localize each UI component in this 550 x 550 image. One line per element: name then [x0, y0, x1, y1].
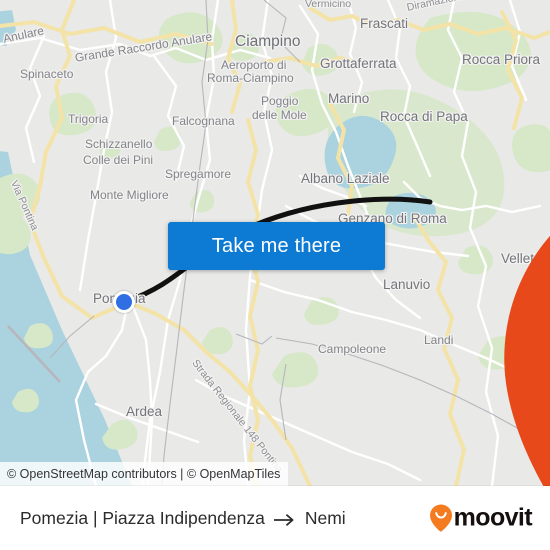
map-canvas[interactable]: Anulare Spinaceto Grande Raccordo Anulare C…	[0, 0, 550, 486]
destination-pin[interactable]	[416, 172, 550, 486]
trip-footer: Pomezia | Piazza Indipendenza Nemi moovi…	[0, 486, 550, 550]
take-me-there-button[interactable]: Take me there	[168, 222, 385, 270]
trip-destination: Nemi	[304, 507, 346, 528]
moovit-pin-icon	[429, 504, 452, 532]
moovit-wordmark: moovit	[453, 503, 533, 532]
trip-origin: Pomezia | Piazza Indipendenza	[20, 507, 265, 528]
moovit-trip-screen: Anulare Spinaceto Grande Raccordo Anulare C…	[0, 0, 550, 550]
origin-dot[interactable]	[113, 291, 135, 313]
trip-summary: Pomezia | Piazza Indipendenza Nemi	[20, 508, 346, 529]
map-attribution[interactable]: © OpenStreetMap contributors | © OpenMap…	[0, 462, 289, 486]
arrow-right-icon	[272, 511, 296, 526]
moovit-logo[interactable]: moovit	[429, 503, 533, 532]
